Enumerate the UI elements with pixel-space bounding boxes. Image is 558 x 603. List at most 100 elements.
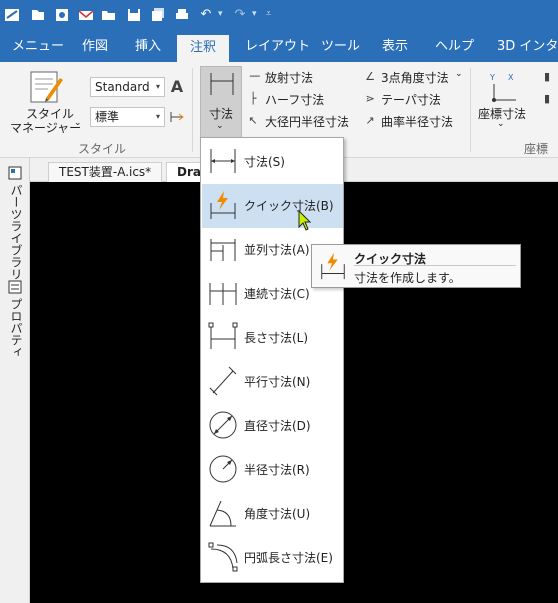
svg-text:Y: Y (489, 73, 495, 82)
menu-item-label: 直径寸法(D) (244, 419, 311, 433)
style-manager-icon[interactable] (28, 70, 64, 104)
taper-dimension-button[interactable]: テーパ寸法 (381, 91, 441, 108)
parts-library-tab[interactable]: パーツライブラリ (8, 184, 25, 280)
save-icon[interactable] (126, 7, 142, 23)
menu-item-angle-dimension[interactable]: 角度寸法(U) (202, 492, 343, 536)
linear-dimension-icon (210, 149, 236, 173)
large-radius-dimension-icon: ↖ (248, 114, 258, 127)
length-dimension-icon (208, 322, 238, 349)
dimension-style-icon[interactable] (170, 110, 184, 124)
dimension-icon (210, 73, 234, 95)
open-from-template-icon[interactable] (54, 7, 70, 23)
text-style-icon[interactable]: A (170, 79, 184, 95)
menu-item-label: 寸法(S) (244, 155, 285, 169)
curvature-radius-button[interactable]: 曲率半径寸法 (381, 113, 453, 130)
combo-arrow-icon: ▾ (155, 112, 160, 121)
tab-layout[interactable]: レイアウト (245, 32, 310, 62)
tab-annotation[interactable]: 注釈 (177, 35, 229, 62)
customize-toolbar-icon[interactable]: ⩡ (266, 9, 271, 19)
save-all-icon[interactable] (150, 7, 166, 23)
menu-item-label: 長さ寸法(L) (244, 331, 309, 345)
combo-arrow-icon: ▾ (155, 82, 160, 91)
tab-help[interactable]: ヘルプ (435, 32, 474, 62)
three-point-angle-dropdown-icon[interactable]: ⌄ (455, 69, 463, 79)
group-separator (470, 68, 471, 152)
menu-item-label: 角度寸法(U) (244, 507, 311, 521)
undo-icon[interactable]: ↶ (198, 7, 214, 23)
menu-item-radius-dimension[interactable]: 半径寸法(R) (202, 448, 343, 492)
tab-draw[interactable]: 作図 (82, 32, 108, 62)
quick-dimension-icon (210, 191, 236, 219)
text-style-combo[interactable]: Standard ▾ (90, 77, 165, 97)
menu-item-aligned-dimension[interactable]: 平行寸法(N) (202, 360, 343, 404)
taper-dimension-icon: ⋗ (365, 92, 375, 105)
curvature-radius-icon: ↗ (365, 114, 375, 127)
dimension-button[interactable]: 寸法 ⌄ (200, 66, 242, 138)
redo-icon[interactable]: ↷ (232, 7, 248, 23)
new-file-icon[interactable] (30, 7, 46, 23)
menu-item-label: 連続寸法(C) (244, 287, 310, 301)
tab-tools[interactable]: ツール (321, 32, 360, 62)
menu-item-label: 並列寸法(A) (244, 243, 310, 257)
style-manager-label-2[interactable]: マネージャー (10, 119, 81, 136)
menu-item-length-dimension[interactable]: 長さ寸法(L) (202, 316, 343, 360)
side-panel: パーツライブラリ プロパティ (0, 158, 30, 603)
menu-item-diameter-dimension[interactable]: 直径寸法(D) (202, 404, 343, 448)
svg-text:X: X (508, 73, 514, 82)
menu-item-quick-dimension[interactable]: クイック寸法(B) (202, 184, 343, 228)
menu-item-arc-length-dimension[interactable]: 円弧長さ寸法(E) (202, 536, 343, 580)
document-tab-test-device[interactable]: TEST装置-A.ics* (48, 162, 163, 182)
properties-icon[interactable] (8, 280, 22, 294)
tab-3d-interface[interactable]: 3D インターフ (497, 32, 558, 62)
angle-dimension-icon (209, 500, 236, 527)
quick-dimension-tooltip: クイック寸法 寸法を作成します。 (311, 244, 521, 288)
mouse-cursor-icon (298, 210, 312, 231)
tab-menu[interactable]: メニュー (12, 32, 64, 62)
style-group-label: スタイル (78, 142, 127, 156)
radius-dimension-icon (209, 455, 237, 483)
arc-length-dimension-icon (208, 542, 238, 572)
redo-dropdown-icon[interactable]: ▾ (252, 9, 257, 19)
menu-item-dimension[interactable]: 寸法(S) (202, 140, 343, 184)
print-icon[interactable] (174, 7, 190, 23)
tab-insert[interactable]: 挿入 (135, 32, 161, 62)
parts-library-icon[interactable] (8, 166, 22, 180)
half-dimension-button[interactable]: ハーフ寸法 (265, 91, 324, 108)
large-radius-dimension-button[interactable]: 大径円半径寸法 (265, 113, 349, 130)
three-point-angle-icon: ∠ (365, 70, 375, 83)
tab-view[interactable]: 表示 (382, 32, 408, 62)
continuous-dimension-icon (209, 283, 237, 305)
properties-tab[interactable]: プロパティ (8, 298, 25, 358)
tooltip-divider (354, 265, 516, 266)
dimension-style-value: 標準 (95, 110, 120, 124)
open-folder-icon[interactable] (101, 7, 117, 23)
dimension-dropdown-icon: ⌄ (216, 121, 224, 131)
dimension-style-combo[interactable]: 標準 ▾ (90, 107, 165, 127)
group-separator (192, 68, 193, 152)
text-style-value: Standard (95, 80, 150, 94)
half-dimension-icon: ├ (249, 92, 257, 105)
dimension-button-label: 寸法 (209, 107, 234, 121)
parallel-dimension-icon (210, 239, 236, 261)
ribbon-tab-bar: メニュー 作図 挿入 注釈 レイアウト ツール 表示 ヘルプ 3D インターフ (0, 32, 558, 62)
radial-dimension-icon: ╶─ (246, 70, 260, 83)
coordinate-dimension-icon[interactable]: Y X (486, 70, 520, 102)
menu-item-label: 円弧長さ寸法(E) (244, 551, 333, 565)
diameter-dimension-icon (209, 411, 237, 439)
app-logo-icon[interactable] (4, 7, 20, 23)
quick-dimension-icon (321, 252, 345, 280)
quick-access-toolbar: ↶ ▾ ↷ ▾ ⩡ (0, 0, 558, 32)
mail-icon[interactable] (78, 7, 94, 23)
undo-dropdown-icon[interactable]: ▾ (218, 9, 223, 19)
style-manager-dropdown-icon[interactable]: ⌄ (74, 118, 82, 128)
coordinate-dimension-dropdown-icon[interactable]: ⌄ (497, 119, 505, 129)
dimension-dropdown-menu: 寸法(S) クイック寸法(B) 並列寸法(A) 連続寸法(C) 長さ寸法(L) (200, 137, 344, 583)
menu-item-label: クイック寸法(B) (244, 199, 334, 213)
coordinate-sub-icon-2[interactable]: ▮ (540, 92, 554, 106)
coordinate-sub-icon-1[interactable]: ▮ (540, 70, 554, 84)
three-point-angle-button[interactable]: 3点角度寸法 (381, 69, 449, 86)
menu-item-label: 平行寸法(N) (244, 375, 311, 389)
menu-item-label: 半径寸法(R) (244, 463, 310, 477)
radial-dimension-button[interactable]: 放射寸法 (265, 69, 313, 86)
tooltip-description: 寸法を作成します。 (354, 271, 461, 285)
